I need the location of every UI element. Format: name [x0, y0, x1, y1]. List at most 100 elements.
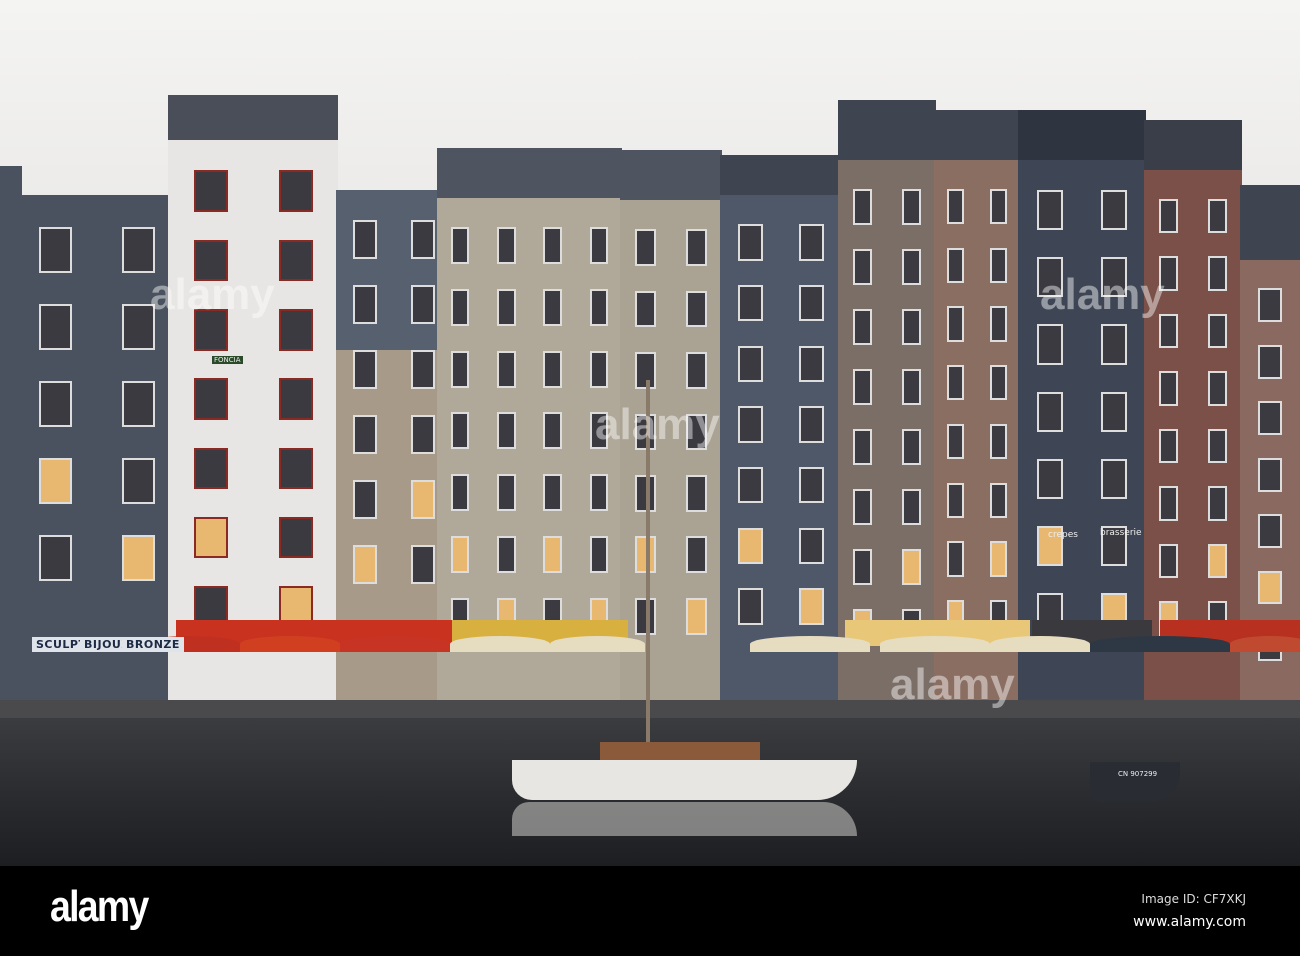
window	[450, 350, 470, 388]
watermark-logo: alamy	[890, 660, 1015, 709]
window	[799, 224, 824, 261]
window	[450, 412, 470, 450]
window	[989, 247, 1008, 283]
window	[799, 284, 824, 322]
window	[121, 457, 156, 504]
window	[1207, 428, 1228, 464]
window	[901, 429, 922, 465]
window	[38, 303, 73, 350]
window	[589, 535, 609, 573]
window	[278, 308, 313, 351]
window	[852, 369, 873, 405]
window	[193, 447, 228, 490]
window	[497, 474, 516, 512]
window	[946, 247, 965, 283]
window	[353, 544, 377, 584]
window	[799, 466, 824, 504]
window	[1207, 198, 1228, 234]
window	[989, 365, 1008, 401]
window	[1258, 288, 1282, 323]
window	[989, 188, 1008, 225]
window	[411, 414, 435, 454]
window	[1037, 458, 1063, 499]
window	[278, 378, 313, 420]
restaurant-sign: brasserie	[1100, 528, 1142, 538]
window	[901, 489, 922, 525]
window	[353, 284, 377, 324]
boat-cabin	[600, 742, 760, 762]
parasol	[990, 636, 1090, 652]
window	[1037, 190, 1063, 231]
window	[686, 536, 707, 574]
window	[1037, 324, 1063, 365]
window	[278, 170, 313, 212]
parasol	[750, 636, 870, 652]
parasol	[1090, 636, 1230, 652]
window	[1207, 543, 1228, 579]
window	[121, 380, 156, 427]
window	[450, 474, 470, 512]
window	[543, 412, 562, 450]
window	[38, 457, 73, 504]
window	[1258, 570, 1282, 605]
window	[686, 290, 707, 328]
boat-reflection	[512, 802, 857, 836]
window	[686, 352, 707, 389]
window	[686, 474, 707, 512]
window	[635, 290, 656, 328]
window	[1207, 256, 1228, 291]
window	[38, 226, 73, 273]
parasol	[1230, 636, 1300, 652]
parasol	[240, 636, 340, 652]
watermark-logo: alamy	[595, 400, 720, 449]
window	[1258, 457, 1282, 492]
window	[852, 189, 873, 225]
window	[799, 406, 824, 443]
window	[1158, 428, 1179, 464]
window	[852, 309, 873, 345]
window	[738, 345, 763, 382]
window	[1101, 324, 1127, 365]
window	[497, 412, 516, 450]
window	[38, 534, 73, 581]
window	[738, 527, 763, 565]
watermark-logo: alamy	[1040, 270, 1165, 319]
window	[989, 306, 1008, 342]
boat-registration: CN 907299	[1118, 770, 1158, 778]
parasol	[340, 636, 450, 652]
watermark-logo: alamy	[150, 270, 275, 319]
window	[738, 406, 763, 443]
window	[353, 219, 377, 259]
window	[852, 549, 873, 585]
window	[799, 345, 824, 382]
window	[1258, 514, 1282, 549]
window	[738, 466, 763, 504]
window	[1037, 391, 1063, 432]
window	[411, 479, 435, 519]
window	[450, 227, 470, 265]
estate-agent-sign: FONCIA	[212, 356, 243, 364]
window	[1158, 198, 1179, 234]
shop-sign: BRONZE	[122, 637, 184, 652]
window	[1101, 391, 1127, 432]
window	[901, 549, 922, 585]
window	[450, 288, 470, 326]
parasol	[550, 636, 645, 652]
window	[799, 527, 824, 565]
window	[121, 534, 156, 581]
window	[278, 239, 313, 282]
window	[901, 249, 922, 285]
window	[411, 219, 435, 259]
window	[989, 482, 1008, 518]
window	[353, 349, 377, 389]
window	[497, 535, 516, 573]
window	[543, 350, 562, 388]
window	[946, 188, 965, 225]
window	[1258, 344, 1282, 379]
window	[1258, 401, 1282, 436]
window	[686, 229, 707, 267]
window	[543, 227, 562, 265]
window	[946, 482, 965, 518]
window	[852, 249, 873, 285]
window	[946, 423, 965, 460]
